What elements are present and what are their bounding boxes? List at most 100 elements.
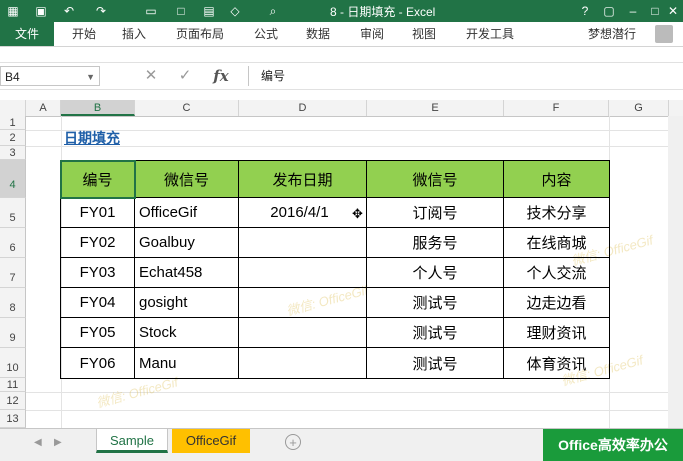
redo-icon[interactable]: ↷: [92, 2, 110, 20]
name-box[interactable]: B4 ▼: [0, 66, 100, 86]
table-cell[interactable]: 订阅号: [367, 198, 504, 228]
table-cell[interactable]: FY02: [61, 228, 135, 258]
table-cell[interactable]: Stock: [135, 318, 239, 348]
form-icon[interactable]: ▤: [200, 2, 218, 20]
row-header-3[interactable]: 3: [0, 146, 26, 160]
table-cell[interactable]: [239, 228, 367, 258]
gridline: [26, 146, 668, 147]
table-cell[interactable]: 2016/4/1: [239, 198, 367, 228]
table-cell[interactable]: Manu: [135, 348, 239, 379]
table-header-cell[interactable]: 微信号: [367, 161, 504, 198]
row-header-7[interactable]: 7: [0, 258, 26, 288]
table-cell[interactable]: 个人交流: [504, 258, 610, 288]
row-header-12[interactable]: 12: [0, 392, 26, 410]
row-header-4[interactable]: 4: [0, 160, 26, 198]
chevron-right-icon[interactable]: ▶: [54, 437, 62, 448]
avatar[interactable]: [655, 25, 673, 43]
tab-home[interactable]: 开始: [72, 22, 96, 46]
table-cell[interactable]: Echat458: [135, 258, 239, 288]
row-header-9[interactable]: 9: [0, 318, 26, 348]
window-title: 8 - 日期填充 - Excel: [330, 5, 436, 19]
file-tab[interactable]: 文件: [0, 22, 54, 46]
table-header-cell[interactable]: 微信号: [135, 161, 239, 198]
cancel-icon[interactable]: ✕: [140, 66, 162, 86]
table-cell[interactable]: 服务号: [367, 228, 504, 258]
column-header-c[interactable]: C: [135, 100, 239, 116]
row-header-5[interactable]: 5: [0, 198, 26, 228]
formula-input[interactable]: 编号: [248, 66, 683, 86]
tab-data[interactable]: 数据: [306, 22, 330, 46]
table-cell[interactable]: FY03: [61, 258, 135, 288]
table-cell[interactable]: 体育资讯: [504, 348, 610, 379]
undo-icon[interactable]: ↶: [60, 2, 78, 20]
column-headers: A B C D E F G: [0, 100, 683, 117]
chevron-left-icon[interactable]: ◀: [34, 437, 42, 448]
row-header-13[interactable]: 13: [0, 410, 26, 428]
table-cell[interactable]: 理财资讯: [504, 318, 610, 348]
user-name[interactable]: 梦想潜行: [588, 22, 636, 46]
select-all-corner[interactable]: [0, 100, 26, 116]
table-cell[interactable]: 测试号: [367, 318, 504, 348]
column-header-d[interactable]: D: [239, 100, 367, 116]
minimize-icon[interactable]: –: [622, 2, 644, 20]
row-header-10[interactable]: 10: [0, 348, 26, 378]
row-header-1[interactable]: 1: [0, 116, 26, 130]
formula-bar: B4 ▼ ✕ ✓ fx 编号: [0, 62, 683, 90]
tab-page-layout[interactable]: 页面布局: [176, 22, 224, 46]
table-cell[interactable]: Goalbuy: [135, 228, 239, 258]
open-folder-icon[interactable]: ▭: [142, 2, 160, 20]
table-cell[interactable]: 测试号: [367, 348, 504, 379]
column-header-b[interactable]: B: [61, 100, 135, 116]
table-cell[interactable]: [239, 318, 367, 348]
help-icon[interactable]: ?: [574, 2, 596, 20]
save-icon[interactable]: ▣: [32, 2, 50, 20]
insert-function-icon[interactable]: fx: [210, 66, 232, 86]
table-header-cell[interactable]: 内容: [504, 161, 610, 198]
new-file-icon[interactable]: □: [172, 2, 190, 20]
table-cell[interactable]: FY05: [61, 318, 135, 348]
sheet-tab-officegif[interactable]: OfficeGif: [172, 429, 250, 453]
tab-review[interactable]: 审阅: [360, 22, 384, 46]
row-header-6[interactable]: 6: [0, 228, 26, 258]
table-cell[interactable]: 在线商城: [504, 228, 610, 258]
ribbon-tabs: 文件 开始 插入 页面布局 公式 数据 审阅 视图 开发工具 梦想潜行: [0, 22, 683, 47]
table-cell[interactable]: [239, 288, 367, 318]
tab-view[interactable]: 视图: [412, 22, 436, 46]
table-cell[interactable]: [239, 348, 367, 379]
row-header-2[interactable]: 2: [0, 130, 26, 146]
ribbon-display-icon[interactable]: ▢: [598, 2, 620, 20]
table-cell[interactable]: [239, 258, 367, 288]
tab-developer[interactable]: 开发工具: [466, 22, 514, 46]
enter-icon[interactable]: ✓: [174, 66, 196, 86]
shapes-icon[interactable]: ◇: [226, 2, 244, 20]
table-cell[interactable]: gosight: [135, 288, 239, 318]
table-header-cell[interactable]: 编号: [61, 161, 135, 198]
table-cell[interactable]: FY06: [61, 348, 135, 379]
tab-insert[interactable]: 插入: [122, 22, 146, 46]
close-icon[interactable]: ✕: [662, 2, 683, 20]
chevron-down-icon[interactable]: ▼: [86, 67, 95, 87]
brand-logo: Office高效率办公: [543, 429, 683, 461]
table-cell[interactable]: 技术分享: [504, 198, 610, 228]
worksheet[interactable]: A B C D E F G 1 2 3 4 5 6 7 8 9 10 11 12…: [0, 100, 683, 428]
tab-formulas[interactable]: 公式: [254, 22, 278, 46]
column-header-g[interactable]: G: [609, 100, 669, 116]
table-cell[interactable]: FY01: [61, 198, 135, 228]
sheet-tab-sample[interactable]: Sample: [96, 429, 168, 453]
row-header-11[interactable]: 11: [0, 378, 26, 392]
print-preview-icon[interactable]: ⌕: [264, 2, 282, 20]
table-cell[interactable]: 测试号: [367, 288, 504, 318]
table-cell[interactable]: 边走边看: [504, 288, 610, 318]
table-header-cell[interactable]: 发布日期: [239, 161, 367, 198]
vertical-scrollbar[interactable]: [668, 116, 683, 428]
table-cell[interactable]: OfficeGif: [135, 198, 239, 228]
table-cell[interactable]: 个人号: [367, 258, 504, 288]
column-header-e[interactable]: E: [367, 100, 504, 116]
column-header-f[interactable]: F: [504, 100, 609, 116]
excel-logo-icon: ▦: [7, 4, 19, 18]
add-sheet-button[interactable]: +: [285, 434, 301, 450]
title-bar: ▦ ▣ ↶ ↷ ▭ □ ▤ ◇ ⌕ 8 - 日期填充 - Excel ? ▢ –…: [0, 0, 683, 22]
column-header-a[interactable]: A: [26, 100, 61, 116]
table-cell[interactable]: FY04: [61, 288, 135, 318]
row-header-8[interactable]: 8: [0, 288, 26, 318]
